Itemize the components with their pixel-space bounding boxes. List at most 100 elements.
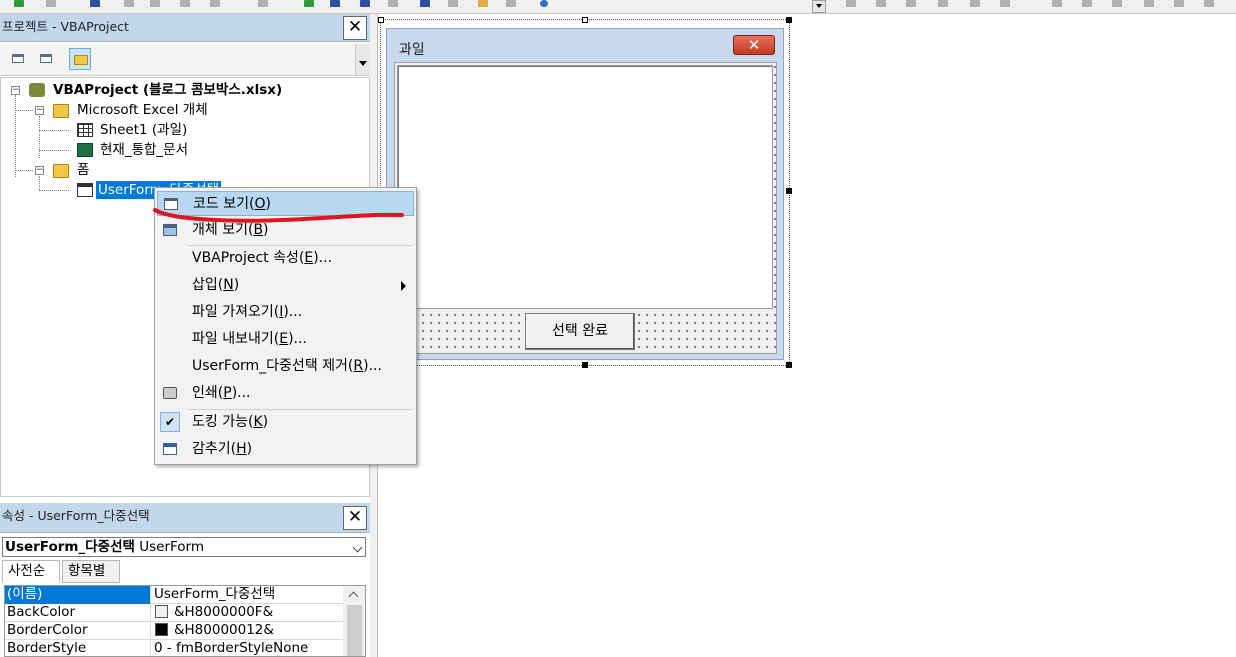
- property-name: BackColor: [5, 604, 151, 622]
- form-client-area[interactable]: 선택 완료: [394, 62, 777, 354]
- property-value[interactable]: 0 - fmBorderStyleNone: [153, 640, 308, 656]
- collapse-toggle[interactable]: −: [35, 166, 44, 175]
- tree-node-excel-objects[interactable]: Microsoft Excel 개체: [75, 101, 210, 119]
- run-icon[interactable]: [304, 0, 314, 7]
- menu-item-remove-form[interactable]: UserForm_다중선택 제거(R)...: [157, 354, 414, 379]
- menu-item-view-object[interactable]: 개체 보기(B): [157, 218, 414, 243]
- resize-handle: [378, 17, 384, 23]
- comment-block-icon[interactable]: [1082, 0, 1092, 7]
- tree-connector: [39, 176, 40, 190]
- indent-icon[interactable]: [970, 0, 980, 7]
- outdent-icon[interactable]: [1000, 0, 1010, 7]
- project-panel-close-button[interactable]: ✕: [343, 16, 367, 40]
- menu-item-view-code[interactable]: 코드 보기(O): [157, 191, 414, 216]
- toggle-breakpoint-icon[interactable]: [1052, 0, 1062, 7]
- tab-alphabetic[interactable]: 사전순: [2, 560, 60, 583]
- property-name: BorderColor: [5, 622, 151, 640]
- view-object-button[interactable]: [35, 48, 57, 70]
- properties-panel-titlebar: 속성 - UserForm_다중선택 ✕: [0, 503, 370, 533]
- object-type: UserForm: [139, 539, 204, 555]
- tree-node-sheet1[interactable]: Sheet1 (과일): [98, 121, 189, 139]
- parameter-info-icon[interactable]: [906, 0, 916, 7]
- select-complete-button[interactable]: 선택 완료: [525, 313, 635, 350]
- insert-userform-icon[interactable]: [46, 0, 56, 7]
- object-window-icon: [163, 224, 177, 236]
- toggle-folders-button[interactable]: [69, 48, 91, 70]
- tree-node-forms[interactable]: 폼: [75, 161, 91, 179]
- userform-icon: [77, 183, 93, 197]
- quick-info-icon[interactable]: [876, 0, 886, 7]
- view-code-button[interactable]: [7, 48, 29, 70]
- save-icon[interactable]: [90, 0, 100, 7]
- properties-window-icon[interactable]: [448, 0, 458, 7]
- property-value-cell[interactable]: &H80000012&: [153, 622, 274, 640]
- uncomment-block-icon[interactable]: [1112, 0, 1122, 7]
- property-value-cell[interactable]: &H8000000F&: [153, 604, 273, 622]
- resize-handle[interactable]: [786, 17, 792, 23]
- cut-icon[interactable]: [124, 0, 134, 7]
- object-selector-dropdown[interactable]: UserForm_다중선택 UserForm: [2, 537, 366, 557]
- scroll-up-icon[interactable]: [348, 591, 359, 602]
- property-row[interactable]: (이름) UserForm_다중선택: [5, 586, 343, 604]
- next-bookmark-icon[interactable]: [1174, 0, 1184, 7]
- hide-window-icon: [163, 443, 177, 455]
- menu-item-insert[interactable]: 삽입(N): [157, 273, 414, 298]
- resize-handle[interactable]: [786, 188, 792, 194]
- complete-word-icon[interactable]: [938, 0, 948, 7]
- excel-view-icon[interactable]: [14, 0, 24, 7]
- chevron-down-icon: [352, 542, 363, 553]
- form-close-button[interactable]: ✕: [733, 35, 775, 55]
- object-browser-icon[interactable]: [478, 0, 488, 7]
- scroll-thumb[interactable]: [347, 605, 362, 656]
- tree-connector: [15, 110, 33, 111]
- resize-handle[interactable]: [582, 362, 588, 368]
- menu-item-project-properties[interactable]: VBAProject 속성(E)...: [157, 246, 414, 271]
- property-row[interactable]: BackColor &H8000000F&: [5, 604, 343, 622]
- project-toolbar-scroll[interactable]: [355, 44, 370, 75]
- collapse-toggle[interactable]: −: [35, 106, 44, 115]
- property-row[interactable]: BorderStyle 0 - fmBorderStyleNone: [5, 640, 343, 656]
- copy-icon[interactable]: [150, 0, 160, 7]
- menu-item-label: 코드 보기(O): [193, 196, 271, 212]
- help-icon[interactable]: [540, 0, 548, 7]
- tab-categorized[interactable]: 항목별: [62, 560, 120, 583]
- design-mode-icon[interactable]: [388, 0, 398, 7]
- properties-panel-title: 속성 - UserForm_다중선택: [2, 508, 150, 523]
- menu-item-export-file[interactable]: 파일 내보내기(E)...: [157, 327, 414, 352]
- tree-connector: [39, 190, 69, 191]
- view-code-icon: [12, 54, 24, 63]
- properties-scrollbar[interactable]: [343, 586, 365, 656]
- tree-connector: [39, 116, 40, 158]
- menu-item-import-file[interactable]: 파일 가져오기(I)...: [157, 300, 414, 325]
- resize-handle[interactable]: [786, 362, 792, 368]
- menu-item-print[interactable]: 인쇄(P)...: [157, 381, 414, 406]
- collapse-toggle[interactable]: −: [11, 86, 20, 95]
- bookmark-icon[interactable]: [1144, 0, 1154, 7]
- code-window-icon: [164, 198, 178, 210]
- toolbar-options-dropdown[interactable]: [812, 0, 826, 13]
- listbox-control[interactable]: [397, 65, 773, 309]
- userform-window[interactable]: 과일 ✕ 선택 완료: [386, 28, 784, 360]
- tree-node-workbook[interactable]: 현재_통합_문서: [98, 141, 190, 159]
- printer-icon: [163, 387, 177, 399]
- reset-icon[interactable]: [360, 0, 370, 7]
- toolbox-icon[interactable]: [506, 0, 516, 7]
- property-value: &H8000000F&: [174, 604, 274, 620]
- find-icon[interactable]: [210, 0, 220, 7]
- vba-project-icon: [29, 83, 45, 97]
- paste-icon[interactable]: [180, 0, 190, 7]
- undo-icon[interactable]: [258, 0, 268, 7]
- tree-node-vbaproject[interactable]: VBAProject (블로그 콤보박스.xlsx): [51, 81, 284, 99]
- menu-item-label: 파일 내보내기(E)...: [192, 331, 307, 347]
- property-row[interactable]: BorderColor &H80000012&: [5, 622, 343, 640]
- menu-item-hide[interactable]: 감추기(H): [157, 437, 414, 462]
- menu-item-label: 인쇄(P)...: [192, 385, 251, 401]
- list-members-icon[interactable]: [846, 0, 856, 7]
- menu-item-dockable[interactable]: ✔ 도킹 가능(K): [157, 410, 414, 435]
- break-icon[interactable]: [330, 0, 340, 7]
- property-value[interactable]: UserForm_다중선택: [153, 586, 275, 604]
- tree-node-label: Sheet1 (과일): [100, 122, 188, 138]
- project-explorer-icon[interactable]: [420, 0, 430, 7]
- prev-bookmark-icon[interactable]: [1204, 0, 1214, 7]
- properties-panel-close-button[interactable]: ✕: [343, 506, 367, 530]
